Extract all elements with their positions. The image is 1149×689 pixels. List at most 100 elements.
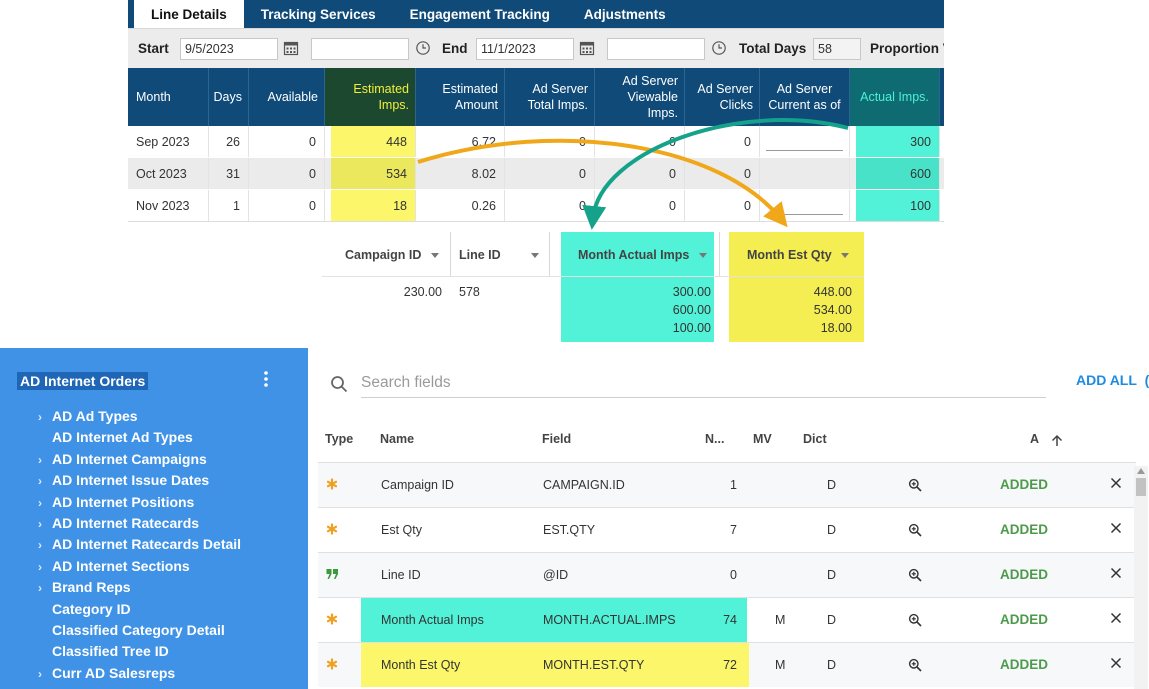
sort-caret-icon[interactable] (531, 253, 539, 258)
tab-engagement-tracking[interactable]: Engagement Tracking (393, 0, 567, 28)
col-days-header[interactable]: Days (209, 68, 249, 126)
col-mv-header[interactable]: MV (753, 432, 772, 446)
sidebar-item-label: AD Internet Positions (52, 493, 195, 510)
col-estimated-amount-header[interactable]: Estimated Amount (416, 68, 505, 126)
field-row[interactable]: Est Qty EST.QTY 7 D ADDED (318, 507, 1136, 552)
tab-adjustments[interactable]: Adjustments (567, 0, 683, 28)
cell-actual-imps[interactable]: 600 (856, 158, 940, 189)
sidebar-item[interactable]: AD Internet Ad Types (38, 429, 193, 449)
chevron-right-icon: › (38, 666, 42, 681)
sidebar-item[interactable]: › AD Internet Sections (38, 558, 190, 578)
end-date-field[interactable]: 11/1/2023 (476, 38, 574, 60)
sidebar-item[interactable]: › Curr AD Salesreps (38, 665, 175, 685)
calendar-icon[interactable] (579, 40, 595, 56)
col-ad-server-current-header[interactable]: Ad Server Current as of (760, 68, 850, 126)
zoom-in-icon[interactable] (908, 478, 922, 492)
end-time-field[interactable] (607, 38, 705, 60)
cell-ad-server-current[interactable] (760, 190, 850, 221)
cell-actual-imps[interactable]: 300 (856, 126, 940, 157)
cell-ad-server-clicks: 0 (685, 158, 760, 189)
field-name: Est Qty (381, 523, 422, 537)
sort-caret-icon[interactable] (431, 253, 439, 258)
add-all-button[interactable]: ADD ALL (4 (1076, 372, 1149, 388)
sidebar-item[interactable]: › AD Internet Ratecards Detail (38, 536, 241, 556)
close-icon[interactable] (1110, 567, 1122, 579)
col-line-id-header[interactable]: Line ID (459, 232, 501, 276)
tab-tracking-services[interactable]: Tracking Services (244, 0, 393, 28)
col-dict-header[interactable]: Dict (803, 432, 827, 446)
sidebar-item[interactable]: › Brand Reps (38, 579, 131, 599)
field-name: Line ID (381, 568, 421, 582)
zoom-in-icon[interactable] (908, 523, 922, 537)
chevron-right-icon: › (38, 452, 42, 467)
chevron-right-icon: › (38, 495, 42, 510)
col-a-header[interactable]: A (1030, 432, 1039, 446)
close-icon[interactable] (1110, 657, 1122, 669)
chevron-right-icon: › (38, 581, 42, 596)
cell-estimated-amount: 8.02 (416, 158, 505, 189)
tab-line-details[interactable]: Line Details (134, 0, 244, 28)
cell-estimated-imps[interactable]: 448 (331, 126, 416, 157)
start-date-field[interactable]: 9/5/2023 (180, 38, 278, 60)
field-number: 0 (730, 568, 737, 582)
cell-ad-server-current[interactable] (760, 158, 850, 189)
field-row[interactable]: Month Est Qty MONTH.EST.QTY 72 M D ADDED (318, 642, 1136, 687)
field-row[interactable]: Month Actual Imps MONTH.ACTUAL.IMPS 74 M D AD… (318, 597, 1136, 642)
sidebar-item-label: Curr AD Salesreps (52, 664, 176, 681)
col-ad-server-clicks-header[interactable]: Ad Server Clicks (685, 68, 760, 126)
col-actual-imps-header[interactable]: Actual Imps. (850, 68, 940, 126)
field-mv: M (775, 658, 786, 672)
scrollbar[interactable] (1134, 466, 1148, 689)
sidebar-item[interactable]: › AD Internet Positions (38, 494, 194, 514)
sort-ascending-icon[interactable] (1050, 434, 1064, 448)
cell-ad-server-current[interactable] (760, 126, 850, 157)
sidebar-item[interactable]: › AD Internet Campaigns (38, 451, 207, 471)
sort-caret-icon[interactable] (699, 253, 707, 258)
col-name-header[interactable]: Name (380, 432, 414, 446)
end-label: End (442, 41, 468, 56)
sidebar-item[interactable]: › AD Ad Types (38, 408, 138, 428)
scrollbar-thumb[interactable] (1136, 478, 1146, 496)
sort-caret-icon[interactable] (841, 253, 849, 258)
close-icon[interactable] (1110, 522, 1122, 534)
field-row[interactable]: Campaign ID CAMPAIGN.ID 1 D ADDED (318, 462, 1136, 507)
cell-estimated-imps[interactable]: 18 (331, 190, 416, 221)
sidebar-item[interactable]: › AD Internet Issue Dates (38, 472, 209, 492)
sidebar-item[interactable]: › AD Internet Ratecards (38, 515, 199, 535)
col-available-header[interactable]: Available (249, 68, 325, 126)
search-fields-input[interactable] (361, 368, 1046, 398)
close-icon[interactable] (1110, 477, 1122, 489)
sidebar-item-label: AD Internet Sections (52, 557, 190, 574)
zoom-in-icon[interactable] (908, 658, 922, 672)
zoom-in-icon[interactable] (908, 568, 922, 582)
field-row[interactable]: Line ID @ID 0 D ADDED (318, 552, 1136, 597)
col-field-header[interactable]: Field (542, 432, 571, 446)
cell-estimated-imps[interactable]: 534 (331, 158, 416, 189)
clock-icon[interactable] (711, 40, 727, 56)
more-options-icon[interactable] (260, 370, 272, 388)
clock-icon[interactable] (415, 40, 431, 56)
col-type-header[interactable]: Type (325, 432, 353, 446)
sidebar-title[interactable]: AD Internet Orders (17, 372, 149, 390)
start-time-field[interactable] (311, 38, 409, 60)
cell-ad-server-total: 0 (505, 158, 595, 189)
col-ad-server-viewable-header[interactable]: Ad Server Viewable Imps. (595, 68, 685, 126)
col-estimated-imps-header[interactable]: Estimated Imps. (325, 68, 416, 126)
sidebar-item[interactable]: Classified Category Detail (38, 622, 225, 642)
col-month-actual-header[interactable]: Month Actual Imps (578, 232, 689, 276)
sidebar-item[interactable]: Classified Tree ID (38, 643, 169, 663)
cell-month-actual: 300.00 (672, 285, 711, 299)
scroll-up-icon[interactable] (1137, 468, 1145, 474)
col-ad-server-total-header[interactable]: Ad Server Total Imps. (505, 68, 595, 126)
field-id: @ID (543, 568, 569, 582)
close-icon[interactable] (1110, 612, 1122, 624)
col-month-est-header[interactable]: Month Est Qty (747, 232, 832, 276)
sidebar-item-label: AD Internet Ad Types (52, 429, 193, 446)
col-month-header[interactable]: Month (128, 68, 209, 126)
zoom-in-icon[interactable] (908, 613, 922, 627)
cell-actual-imps[interactable]: 100 (856, 190, 940, 221)
col-campaign-id-header[interactable]: Campaign ID (345, 232, 421, 276)
calendar-icon[interactable] (283, 40, 299, 56)
sidebar-item[interactable]: Category ID (38, 601, 131, 621)
col-n-header[interactable]: N... (705, 432, 724, 446)
